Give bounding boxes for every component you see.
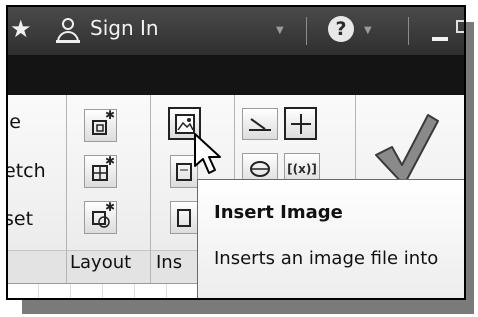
ribbon-tab-bar [8, 55, 464, 95]
panel-title-layout: Layout [70, 252, 132, 273]
dropdown-arrow-icon[interactable]: ▼ [276, 25, 284, 36]
mouse-cursor-icon [194, 133, 221, 174]
application-window: ★ Sign In ▼ ? ▼ le etch set ✱ ✱ ✱ Layout [6, 5, 466, 300]
tool-label-partial-1[interactable]: le [8, 111, 21, 133]
layout-view-tool-icon[interactable]: ✱ [84, 108, 117, 142]
separator [306, 17, 307, 45]
star-icon[interactable]: ★ [10, 15, 32, 43]
sign-in-button[interactable]: Sign In [90, 16, 159, 40]
help-dropdown-icon[interactable]: ▼ [364, 25, 372, 36]
title-bar: ★ Sign In ▼ ? ▼ [8, 7, 464, 55]
insert-image-tooltip: Insert Image Inserts an image file into [197, 179, 464, 298]
insert-file-tool-icon[interactable] [170, 201, 198, 234]
tool-label-partial-2[interactable]: etch [8, 160, 46, 182]
grid-line [38, 284, 39, 298]
grid-line [102, 284, 103, 298]
tool-label-partial-3[interactable]: set [8, 208, 33, 230]
panel-divider [66, 95, 67, 283]
layout-detail-tool-icon[interactable]: ✱ [84, 200, 117, 234]
tooltip-description: Inserts an image file into [214, 248, 439, 269]
separator [408, 17, 409, 45]
coincident-constraint-icon[interactable] [284, 107, 317, 140]
restore-icon[interactable] [456, 20, 464, 33]
user-icon[interactable] [56, 18, 80, 44]
minimize-icon[interactable] [432, 37, 448, 41]
grid-line [166, 284, 167, 298]
perpendicular-constraint-icon[interactable] [242, 108, 278, 140]
help-icon[interactable]: ? [328, 16, 354, 42]
tooltip-title: Insert Image [214, 202, 343, 223]
layout-projected-tool-icon[interactable]: ✱ [84, 154, 117, 188]
panel-title-insert: Ins [156, 252, 183, 273]
panel-divider [150, 95, 151, 283]
grid-line [70, 284, 71, 298]
grid-line [134, 284, 135, 298]
